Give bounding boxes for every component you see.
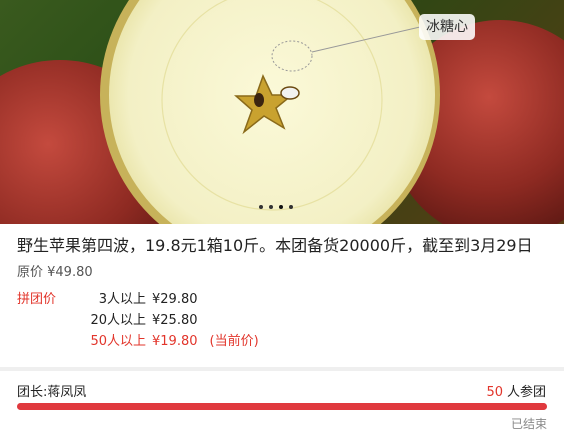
participant-count: 50 人参团 xyxy=(486,381,546,400)
tier-price: ¥19.80 xyxy=(152,334,198,349)
price-tier: 3人以上 ¥29.80 xyxy=(78,288,198,307)
feature-callout-badge: 冰糖心 xyxy=(419,14,475,40)
tier-price: ¥29.80 xyxy=(152,292,198,307)
price-tier-current: 50人以上 ¥19.80 (当前价) xyxy=(78,330,259,349)
product-info-panel: 野生苹果第四波，19.8元1箱10斤。本团备货20000斤，截至到3月29日 原… xyxy=(0,224,564,367)
carousel-dot[interactable] xyxy=(259,205,263,209)
group-leader-name: 团长:蒋凤凤 xyxy=(17,385,87,400)
tier-count: 50人以上 xyxy=(90,334,146,349)
carousel-dots[interactable] xyxy=(259,205,293,209)
product-image-carousel[interactable]: 冰糖心 xyxy=(0,0,564,224)
current-price-note: (当前价) xyxy=(209,334,259,349)
original-price: 原价 ¥49.80 xyxy=(17,265,93,280)
participant-label: 人参团 xyxy=(506,385,546,400)
carousel-dot[interactable] xyxy=(289,205,293,209)
tier-count: 20人以上 xyxy=(90,313,146,328)
tier-price: ¥25.80 xyxy=(152,313,198,328)
carousel-dot-active[interactable] xyxy=(279,205,283,209)
group-leader-panel[interactable]: 团长:蒋凤凤 50 人参团 已结束 xyxy=(0,371,564,436)
group-price-tiers: 拼团价 3人以上 ¥29.80 20人以上 ¥25.80 50人以上 ¥19.80 (当… xyxy=(17,288,547,350)
group-progress-fill xyxy=(17,403,547,410)
group-status: 已结束 xyxy=(510,417,547,431)
participant-number: 50 xyxy=(486,385,503,400)
group-progress-bar xyxy=(17,403,547,410)
tier-count: 3人以上 xyxy=(98,292,146,307)
price-tier: 20人以上 ¥25.80 xyxy=(78,309,198,328)
carousel-dot[interactable] xyxy=(269,205,273,209)
product-title: 野生苹果第四波，19.8元1箱10斤。本团备货20000斤，截至到3月29日 xyxy=(17,236,533,255)
group-price-label: 拼团价 xyxy=(17,292,57,307)
apple-photo xyxy=(0,0,564,224)
